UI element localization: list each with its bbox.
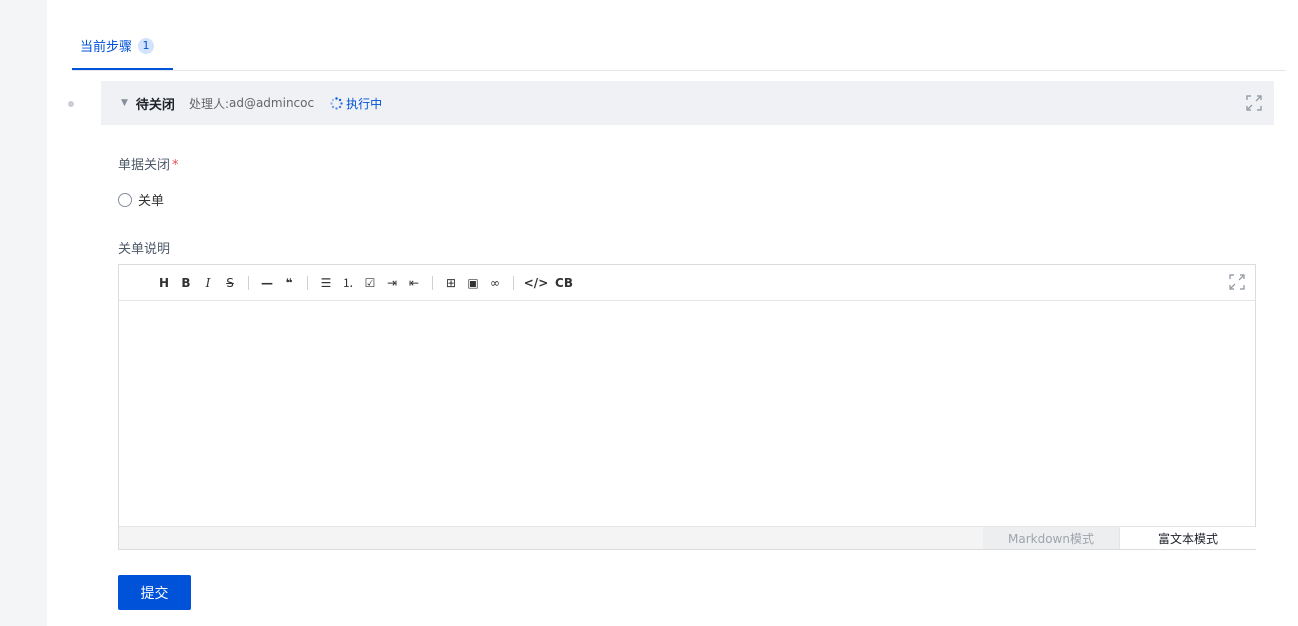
- ordered-list-icon[interactable]: ⒈: [337, 272, 359, 294]
- italic-icon[interactable]: I: [197, 272, 219, 294]
- image-icon[interactable]: ▣: [462, 272, 484, 294]
- step-dot: [68, 101, 74, 107]
- step-tabs: 当前步骤 1: [72, 22, 1286, 71]
- handler-label: 处理人:: [188, 96, 229, 111]
- quote-icon[interactable]: ❝: [278, 272, 300, 294]
- toolbar-divider: [248, 275, 249, 290]
- toolbar-divider: [432, 275, 433, 290]
- fullscreen-icon[interactable]: [1246, 95, 1262, 111]
- code-block-icon[interactable]: CB: [551, 272, 577, 294]
- unordered-list-icon[interactable]: ☰: [315, 272, 337, 294]
- tab-label: 当前步骤: [80, 40, 133, 55]
- close-field-label: 单据关闭 *: [118, 154, 179, 173]
- toolbar-divider: [307, 275, 308, 290]
- horizontal-rule-icon[interactable]: —: [256, 272, 278, 294]
- close-ticket-radio[interactable]: 关单: [118, 190, 164, 209]
- tab-current-step[interactable]: 当前步骤 1: [72, 22, 173, 70]
- indent-icon[interactable]: ⇥: [381, 272, 403, 294]
- desc-field-label: 关单说明: [118, 242, 171, 257]
- editor-fullscreen-icon[interactable]: [1229, 274, 1245, 290]
- editor-mode-bar: Markdown模式 富文本模式: [119, 526, 1256, 549]
- outdent-icon[interactable]: ⇤: [403, 272, 425, 294]
- toolbar-divider: [513, 275, 514, 290]
- close-field-label-text: 单据关闭: [118, 158, 171, 173]
- tab-active-indicator: [72, 68, 173, 70]
- radio-circle[interactable]: [118, 192, 132, 207]
- task-list-icon[interactable]: ☑: [359, 272, 381, 294]
- richtext-mode-button[interactable]: 富文本模式: [1119, 527, 1256, 549]
- table-icon[interactable]: ⊞: [440, 272, 462, 294]
- bold-icon[interactable]: B: [175, 272, 197, 294]
- tab-count-badge: 1: [138, 37, 155, 54]
- markdown-mode-button[interactable]: Markdown模式: [983, 527, 1119, 549]
- handler-value: ad@admincoc: [228, 96, 315, 110]
- required-mark: *: [172, 158, 179, 173]
- code-icon[interactable]: </>: [521, 272, 551, 294]
- left-rail: [0, 0, 47, 626]
- step-header: ▼ 待关闭 处理人: ad@admincoc 执行中: [101, 81, 1274, 125]
- loading-spinner-icon: [330, 96, 343, 110]
- heading-icon[interactable]: H: [153, 272, 175, 294]
- submit-button[interactable]: 提交: [118, 575, 191, 610]
- editor-text-area[interactable]: [119, 302, 1255, 528]
- collapse-caret-icon[interactable]: ▼: [121, 98, 128, 108]
- status-text: 执行中: [346, 96, 383, 111]
- editor-toolbar: H B I S — ❝ ☰ ⒈ ☑ ⇥ ⇤ ⊞ ▣ ∞ </> CB: [119, 265, 1255, 301]
- link-icon[interactable]: ∞: [484, 272, 506, 294]
- step-title: 待关闭: [135, 97, 175, 113]
- strikethrough-icon[interactable]: S: [219, 272, 241, 294]
- rich-text-editor: H B I S — ❝ ☰ ⒈ ☑ ⇥ ⇤ ⊞ ▣ ∞ </> CB Markd…: [118, 264, 1256, 550]
- radio-label: 关单: [138, 194, 165, 209]
